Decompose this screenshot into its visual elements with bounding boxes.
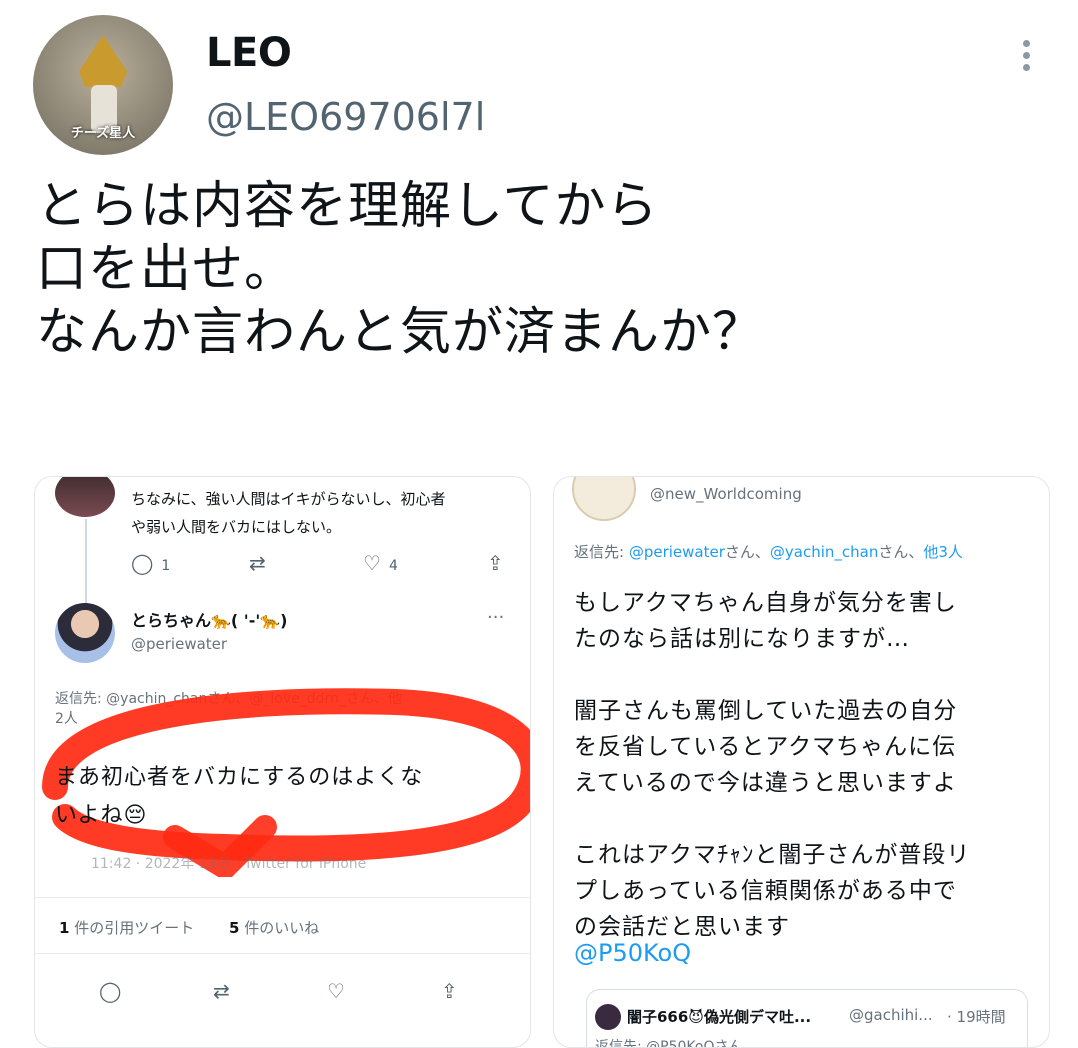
heart-icon: ♡ bbox=[363, 551, 381, 575]
quote-count[interactable]: 1 件の引用ツイート bbox=[59, 917, 194, 938]
reply-icon: ◯ bbox=[131, 551, 154, 575]
top-reply-button[interactable]: ◯ 1 bbox=[131, 551, 170, 575]
quoted-name: 闇子666😈偽光側デマ吐... bbox=[627, 1008, 812, 1026]
avatar-caption: チーズ星人 bbox=[70, 126, 136, 141]
quoted-time: · 19時間 bbox=[947, 1008, 1006, 1026]
author-handle[interactable]: @new_Worldcoming bbox=[650, 485, 802, 503]
retweet-icon[interactable]: ⇄ bbox=[249, 551, 266, 575]
avatar[interactable]: チーズ星人 bbox=[33, 15, 173, 155]
quoted-reply-to: 返信先: @P50KoQさん bbox=[595, 1039, 743, 1048]
author-handle[interactable]: @periewater bbox=[131, 635, 227, 653]
quoted-handle: @gachihi... bbox=[849, 1006, 933, 1024]
retweet-icon[interactable]: ⇄ bbox=[213, 979, 230, 1003]
reply-body-text: もしアクマちゃん自身が気分を害し たのなら話は別になりますが… 闇子さんも罵倒し… bbox=[574, 590, 971, 940]
share-icon[interactable]: ⇪ bbox=[487, 551, 504, 575]
share-icon[interactable]: ⇪ bbox=[441, 979, 458, 1003]
attached-image-left[interactable]: ちなみに、強い人間はイキがらないし、初心者 や弱い人間をバカにはしない。 ◯ 1 … bbox=[34, 476, 531, 1048]
reply-to-line[interactable]: 返信先: @periewaterさん、@yachin_chanさん、他3人 bbox=[574, 541, 963, 562]
author-avatar[interactable] bbox=[55, 603, 115, 663]
mention-link[interactable]: @P50KoQ bbox=[574, 939, 691, 967]
quoted-avatar bbox=[595, 1004, 621, 1030]
author-avatar[interactable] bbox=[572, 477, 636, 521]
divider bbox=[35, 897, 530, 898]
reply-icon[interactable]: ◯ bbox=[99, 979, 121, 1003]
top-reply-text: ちなみに、強い人間はイキがらないし、初心者 や弱い人間をバカにはしない。 bbox=[131, 490, 446, 536]
more-options-icon[interactable] bbox=[1018, 40, 1034, 80]
like-count[interactable]: 5 件のいいね bbox=[229, 917, 319, 938]
heart-icon[interactable]: ♡ bbox=[327, 979, 345, 1003]
quoted-tweet[interactable]: 闇子666😈偽光側デマ吐... @gachihi... · 19時間 返信先: … bbox=[586, 989, 1028, 1048]
display-name[interactable]: LEO bbox=[206, 30, 292, 76]
tweet-meta: 11:42 · 2022年 13日 · Twitter for iPhone bbox=[91, 856, 367, 872]
more-options-icon[interactable]: ··· bbox=[487, 607, 504, 628]
author-name[interactable]: とらちゃん🐆( '-'🐆) bbox=[131, 607, 287, 631]
highlighted-reply-text: まあ初心者をバカにするのはよくな いよね😔 bbox=[55, 765, 424, 828]
top-like-button[interactable]: ♡ 4 bbox=[363, 551, 398, 575]
reply-avatar-top bbox=[55, 477, 115, 517]
avatar-figure-head bbox=[79, 35, 127, 87]
user-handle[interactable]: @LEO69706l7l bbox=[206, 95, 485, 139]
divider bbox=[35, 953, 530, 954]
attached-image-right[interactable]: @new_Worldcoming 返信先: @periewaterさん、@yac… bbox=[553, 476, 1050, 1048]
tweet-text: とらは内容を理解してから 口を出せ。 なんか言わんと気が済まんか？ bbox=[36, 177, 765, 362]
